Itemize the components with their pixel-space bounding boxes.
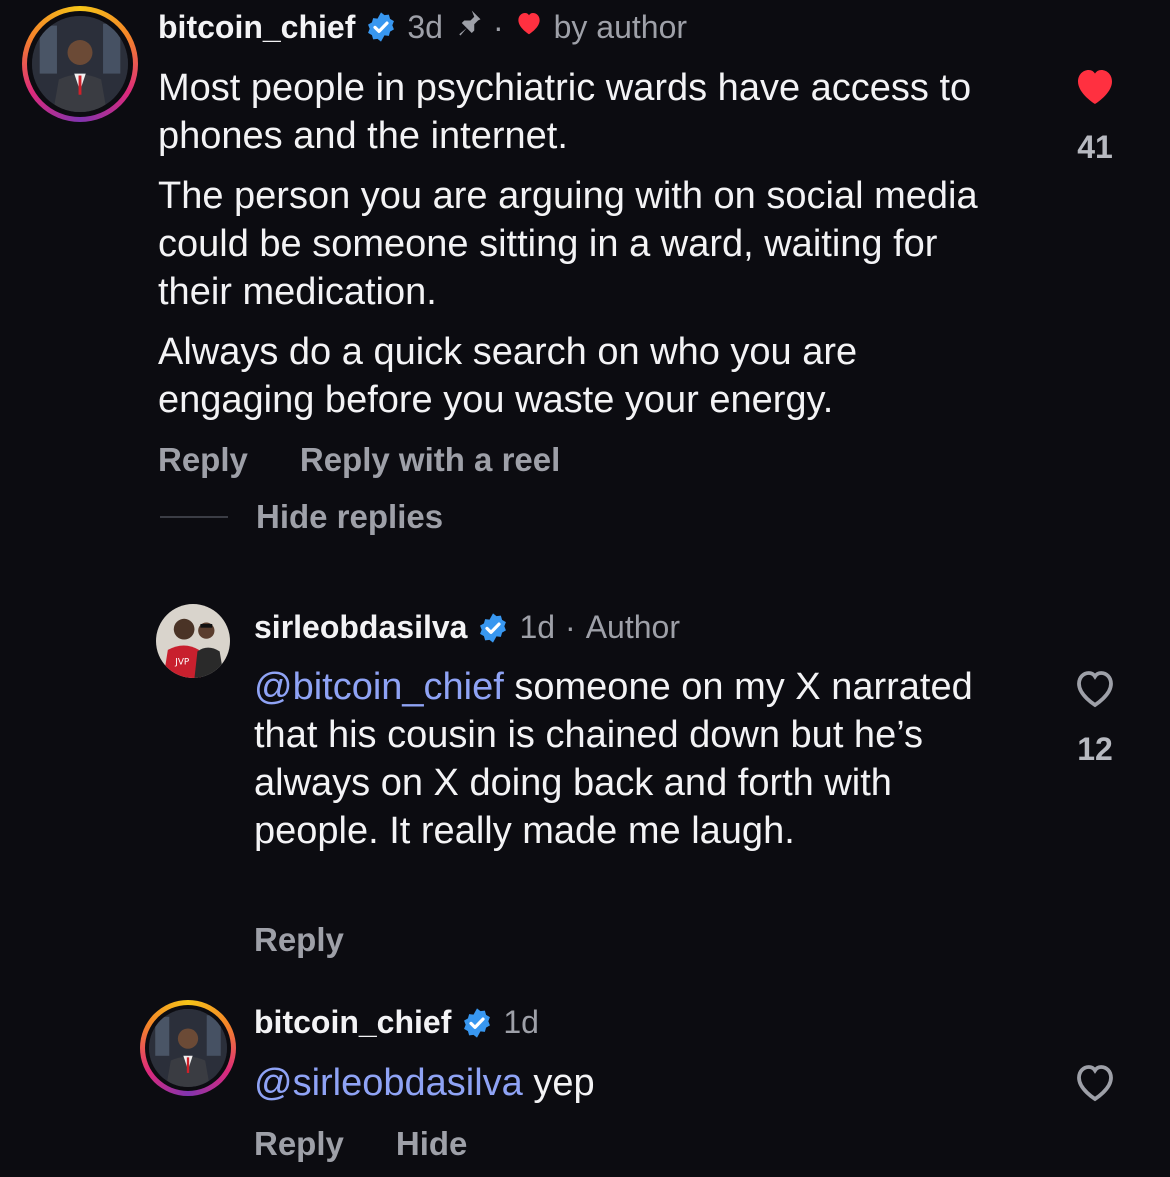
separator-dot: · bbox=[565, 609, 576, 645]
avatar[interactable] bbox=[140, 1000, 236, 1096]
author-badge: Author bbox=[585, 609, 680, 645]
username[interactable]: bitcoin_chief bbox=[254, 1004, 451, 1041]
heart-filled-icon bbox=[514, 8, 544, 46]
comment-paragraph: Most people in psychiatric wards have ac… bbox=[158, 67, 972, 157]
avatar[interactable]: JVP bbox=[156, 604, 230, 678]
timestamp: 1d bbox=[519, 609, 556, 645]
reply-button[interactable]: Reply bbox=[158, 441, 248, 479]
like-heart-filled-icon[interactable] bbox=[1055, 62, 1135, 115]
mention-link[interactable]: @bitcoin_chief bbox=[254, 666, 504, 708]
avatar[interactable] bbox=[22, 6, 138, 122]
username[interactable]: bitcoin_chief bbox=[158, 9, 355, 46]
reply-button[interactable]: Reply bbox=[254, 1125, 344, 1163]
comment-body: yep bbox=[522, 1062, 595, 1104]
divider bbox=[160, 516, 228, 518]
username[interactable]: sirleobdasilva bbox=[254, 609, 467, 646]
separator-dot: · bbox=[492, 8, 504, 45]
like-heart-outline-icon[interactable] bbox=[1055, 1058, 1135, 1111]
avatar-photo-icon bbox=[149, 1009, 227, 1087]
like-heart-outline-icon[interactable] bbox=[1055, 664, 1135, 717]
like-count: 12 bbox=[1077, 731, 1113, 767]
svg-text:JVP: JVP bbox=[174, 658, 190, 668]
comment-paragraph: Always do a quick search on who you are … bbox=[158, 331, 858, 421]
verified-badge-icon bbox=[461, 1007, 493, 1039]
comment-text: Most people in psychiatric wards have ac… bbox=[158, 64, 1018, 436]
pin-icon bbox=[453, 8, 483, 46]
avatar-photo-icon bbox=[32, 16, 128, 112]
hide-button[interactable]: Hide bbox=[396, 1125, 468, 1163]
hide-replies-label: Hide replies bbox=[256, 498, 444, 535]
like-count: 41 bbox=[1077, 129, 1113, 165]
timestamp: 3d bbox=[407, 8, 443, 45]
reply-button[interactable]: Reply bbox=[254, 921, 344, 959]
comment-text: @sirleobdasilva yep bbox=[254, 1059, 1014, 1107]
timestamp: 1d bbox=[503, 1004, 539, 1040]
comment-text: @bitcoin_chief someone on my X narrated … bbox=[254, 663, 1014, 855]
verified-badge-icon bbox=[365, 11, 397, 43]
mention-link[interactable]: @sirleobdasilva bbox=[254, 1062, 523, 1104]
verified-badge-icon bbox=[477, 612, 509, 644]
avatar-photo-icon: JVP bbox=[156, 604, 230, 678]
reply-with-reel-button[interactable]: Reply with a reel bbox=[300, 441, 560, 479]
comment-paragraph: The person you are arguing with on socia… bbox=[158, 175, 978, 313]
liked-by-author-label: by author bbox=[553, 8, 688, 45]
hide-replies-button[interactable]: Hide replies bbox=[160, 498, 443, 536]
